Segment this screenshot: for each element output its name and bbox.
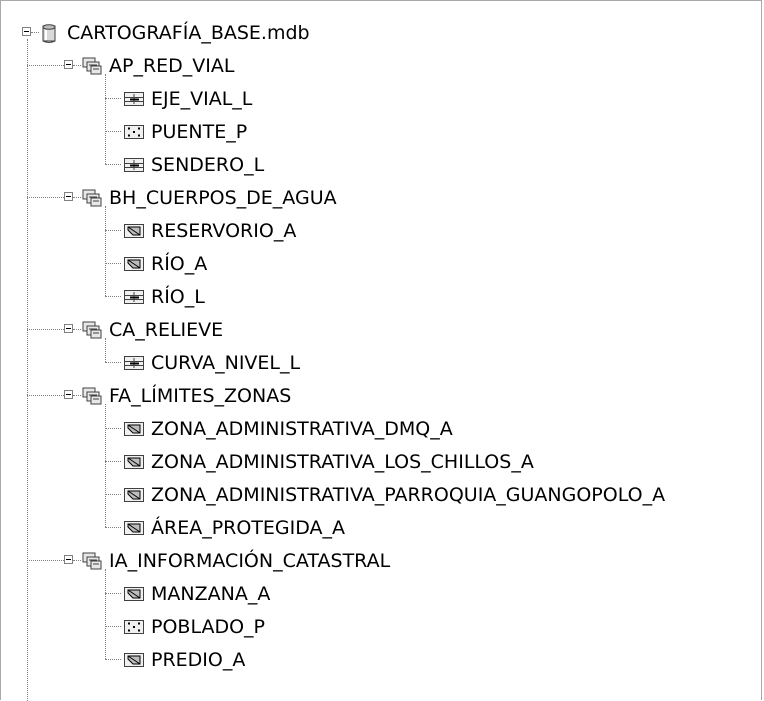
tree-node-feature-class[interactable]: ÁREA_PROTEGIDA_A (1, 512, 761, 545)
feature-class-label[interactable]: RESERVORIO_A (149, 215, 298, 248)
feature-dataset-icon (81, 551, 103, 571)
polygon-feature-class-icon (123, 584, 145, 604)
line-feature-class-icon (123, 155, 145, 175)
database-icon (39, 23, 59, 43)
point-feature-class-icon (123, 122, 145, 142)
point-feature-class-icon (123, 617, 145, 637)
database-label[interactable]: CARTOGRAFÍA_BASE.mdb (65, 17, 312, 50)
tree-node-feature-class[interactable]: SENDERO_L (1, 149, 761, 182)
line-feature-class-icon (123, 89, 145, 109)
feature-class-label[interactable]: PREDIO_A (149, 644, 247, 677)
tree-node-feature-class[interactable]: PUENTE_P (1, 116, 761, 149)
tree-node-feature-dataset[interactable]: FA_LÍMITES_ZONAS (1, 380, 761, 413)
polygon-feature-class-icon (123, 419, 145, 439)
feature-class-label[interactable]: ZONA_ADMINISTRATIVA_LOS_CHILLOS_A (149, 446, 536, 479)
polygon-feature-class-icon (123, 650, 145, 670)
feature-class-label[interactable]: ÁREA_PROTEGIDA_A (149, 512, 347, 545)
collapse-toggle-icon[interactable] (64, 60, 73, 69)
feature-class-label[interactable]: POBLADO_P (149, 611, 267, 644)
polygon-feature-class-icon (123, 254, 145, 274)
tree-node-feature-class[interactable]: ZONA_ADMINISTRATIVA_LOS_CHILLOS_A (1, 446, 761, 479)
dataset-label[interactable]: FA_LÍMITES_ZONAS (107, 380, 293, 413)
collapse-toggle-icon[interactable] (64, 555, 73, 564)
tree-node-feature-class[interactable]: MANZANA_A (1, 578, 761, 611)
dataset-label[interactable]: BH_CUERPOS_DE_AGUA (107, 182, 339, 215)
feature-class-label[interactable]: SENDERO_L (149, 149, 266, 182)
tree-node-feature-dataset[interactable]: CA_RELIEVE (1, 314, 761, 347)
tree-node-feature-class[interactable]: PREDIO_A (1, 644, 761, 677)
tree-node-feature-class[interactable]: ZONA_ADMINISTRATIVA_DMQ_A (1, 413, 761, 446)
feature-class-label[interactable]: ZONA_ADMINISTRATIVA_PARROQUIA_GUANGOPOLO… (149, 479, 667, 512)
polygon-feature-class-icon (123, 221, 145, 241)
tree-node-feature-class[interactable]: ZONA_ADMINISTRATIVA_PARROQUIA_GUANGOPOLO… (1, 479, 761, 512)
collapse-toggle-icon[interactable] (22, 27, 31, 36)
polygon-feature-class-icon (123, 452, 145, 472)
feature-class-label[interactable]: MANZANA_A (149, 578, 272, 611)
tree-node-feature-class[interactable]: CURVA_NIVEL_L (1, 347, 761, 380)
feature-class-label[interactable]: CURVA_NIVEL_L (149, 347, 302, 380)
tree-node-feature-class[interactable]: EJE_VIAL_L (1, 83, 761, 116)
tree-node-feature-class[interactable]: POBLADO_P (1, 611, 761, 644)
feature-dataset-icon (81, 386, 103, 406)
feature-class-label[interactable]: PUENTE_P (149, 116, 249, 149)
tree-node-feature-dataset[interactable]: IA_INFORMACIÓN_CATASTRAL (1, 545, 761, 578)
tree-node-feature-class[interactable]: RÍO_A (1, 248, 761, 281)
polygon-feature-class-icon (123, 518, 145, 538)
tree-node-feature-class[interactable]: RESERVORIO_A (1, 215, 761, 248)
feature-class-label[interactable]: RÍO_L (149, 281, 207, 314)
dataset-label[interactable]: IA_INFORMACIÓN_CATASTRAL (107, 545, 392, 578)
tree-node-database[interactable]: CARTOGRAFÍA_BASE.mdb (1, 17, 761, 50)
feature-dataset-icon (81, 56, 103, 76)
collapse-toggle-icon[interactable] (64, 324, 73, 333)
tree-node-feature-dataset[interactable]: AP_RED_VIAL (1, 50, 761, 83)
feature-class-label[interactable]: EJE_VIAL_L (149, 83, 254, 116)
feature-dataset-icon (81, 320, 103, 340)
tree-node-feature-class[interactable]: RÍO_L (1, 281, 761, 314)
tree-node-feature-dataset[interactable]: BH_CUERPOS_DE_AGUA (1, 182, 761, 215)
dataset-label[interactable]: AP_RED_VIAL (107, 50, 236, 83)
collapse-toggle-icon[interactable] (64, 192, 73, 201)
line-feature-class-icon (123, 287, 145, 307)
collapse-toggle-icon[interactable] (64, 390, 73, 399)
feature-class-label[interactable]: ZONA_ADMINISTRATIVA_DMQ_A (149, 413, 455, 446)
feature-dataset-icon (81, 188, 103, 208)
feature-class-label[interactable]: RÍO_A (149, 248, 209, 281)
polygon-feature-class-icon (123, 485, 145, 505)
catalog-tree[interactable]: CARTOGRAFÍA_BASE.mdb AP_RED_VIAL EJE_VIAL… (0, 0, 762, 701)
line-feature-class-icon (123, 353, 145, 373)
dataset-label[interactable]: CA_RELIEVE (107, 314, 225, 347)
